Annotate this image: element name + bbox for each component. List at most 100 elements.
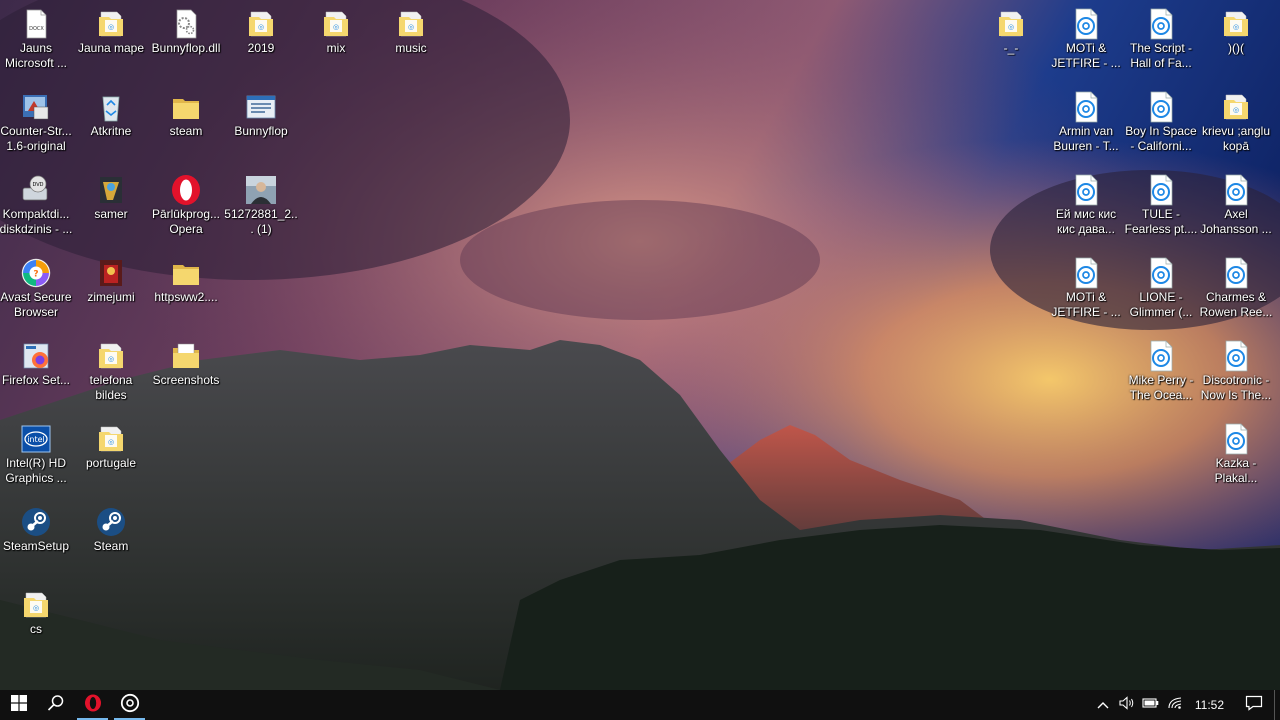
desktop-icon-label: The Script - Hall of Fa... [1129,41,1192,70]
desktop-icon-mike-perry[interactable]: Mike Perry - The Ocea... [1123,332,1199,412]
desktop-icon-label: Boy In Space - Californi... [1125,124,1197,153]
firefox-setup-icon [20,340,52,372]
desktop-icon-label: httpsww2.... [154,290,218,304]
desktop-icon-kompaktdisks[interactable]: DVD Kompaktdi... diskdzinis - ... [0,166,74,246]
show-desktop-button[interactable] [1274,690,1280,720]
intel-graphics-icon: intel [20,423,52,455]
game-icon [95,257,127,289]
photo-thumbnail-icon [245,174,277,206]
desktop-icon-label: samer [94,207,128,221]
desktop-icon-steamsetup[interactable]: SteamSetup [0,498,74,578]
desktop-icon-folder-mix[interactable]: ◎ mix [298,0,374,80]
battery-button[interactable] [1139,690,1163,720]
desktop-icon-armin[interactable]: Armin van Buuren - T... [1048,83,1124,163]
desktop-icon-folder-music[interactable]: ◎ music [373,0,449,80]
desktop-icon-kazka[interactable]: Kazka - Plakal... [1198,415,1274,495]
desktop-icon-zimejumi[interactable]: zimejumi [73,249,149,329]
audio-file-icon [1070,8,1102,40]
desktop-icon-charmes[interactable]: Charmes & Rowen Ree... [1198,249,1274,329]
desktop-icon-label: 51272881_2... (1) [224,207,298,236]
desktop-icon-jauna-mape[interactable]: ◎ Jauna mape [73,0,149,80]
desktop-icon-label: cs [30,622,42,636]
svg-text:◎: ◎ [1233,23,1239,31]
desktop-icon-moti-jetfire-1[interactable]: MOTi & JETFIRE - ... [1048,0,1124,80]
desktop-icon-label: Jauns Microsoft ... [4,41,67,70]
desktop-icon-steam[interactable]: Steam [73,498,149,578]
desktop-icon-atkritne[interactable]: Atkritne [73,83,149,163]
desktop-icon-krievu[interactable]: ◎ krievu ;anglu kopā [1198,83,1274,163]
desktop-icon-intel-hd[interactable]: intel Intel(R) HD Graphics ... [0,415,74,495]
folder-icon: ◎ [95,340,127,372]
desktop-icon-label: Bunnyflop [234,124,288,138]
opera-icon [84,694,102,717]
desktop-icon-portugale[interactable]: ◎ portugale [73,415,149,495]
desktop-icon-label: Avast Secure Browser [0,290,72,319]
taskbar-groove-button[interactable] [111,690,148,720]
folder-icon [170,91,202,123]
desktop-icon-photo-5127[interactable]: 51272881_2... (1) [223,166,299,246]
audio-file-icon [1070,91,1102,123]
desktop-icon-label: Charmes & Rowen Ree... [1199,290,1273,319]
desktop-icon-label: telefona bildes [89,373,133,402]
audio-file-icon [1145,340,1177,372]
avast-browser-icon: ? [20,257,52,289]
desktop-icon-folder-paren[interactable]: ◎)()( [1198,0,1274,80]
desktop-icon-avast[interactable]: ? Avast Secure Browser [0,249,74,329]
desktop-icon-label: Atkritne [90,124,132,138]
show-hidden-icons-button[interactable] [1091,690,1115,720]
svg-text:◎: ◎ [108,438,114,446]
action-center-button[interactable] [1234,690,1274,720]
folder-icon: ◎ [1220,8,1252,40]
desktop-icon-telefona-bildes[interactable]: ◎ telefona bildes [73,332,149,412]
desktop-icon-samer[interactable]: samer [73,166,149,246]
desktop-icon-bunnyflop-dll[interactable]: Bunnyflop.dll [148,0,224,80]
desktop-icon-boy-in-space[interactable]: Boy In Space - Californi... [1123,83,1199,163]
clock[interactable]: 11:52 [1187,698,1234,712]
volume-button[interactable] [1115,690,1139,720]
desktop-icon-label: Kazka - Plakal... [1214,456,1258,485]
desktop-icon-folder-dash[interactable]: ◎ -_- [973,0,1049,80]
svg-text:DVD: DVD [32,182,43,188]
desktop-icon-counter-strike[interactable]: Counter-Str... 1.6-original [0,83,74,163]
desktop-icon-label: Firefox Set... [1,373,71,387]
desktop-icon-httpsww2[interactable]: httpsww2.... [148,249,224,329]
folder-icon: ◎ [20,589,52,621]
desktop-icon-tule[interactable]: TULE - Fearless pt.... [1123,166,1199,246]
desktop-icon-axel[interactable]: Axel Johansson ... [1198,166,1274,246]
desktop-icon-ei-mis[interactable]: Ей мис кис кис дава... [1048,166,1124,246]
desktop-icon-label: zimejumi [87,290,135,304]
desktop-icon-moti-jetfire-2[interactable]: MOTi & JETFIRE - ... [1048,249,1124,329]
start-button[interactable] [0,690,37,720]
desktop-icon-opera[interactable]: Pārlūkprog... Opera [148,166,224,246]
word-document-icon: DOCX [20,8,52,40]
desktop-icon-label: Ей мис кис кис дава... [1055,207,1117,236]
desktop-icon-lione[interactable]: LIONE - Glimmer (... [1123,249,1199,329]
svg-text:◎: ◎ [108,23,114,31]
desktop-icon-firefox-setup[interactable]: Firefox Set... [0,332,74,412]
desktop-icon-the-script[interactable]: The Script - Hall of Fa... [1123,0,1199,80]
folder-icon [170,340,202,372]
folder-icon: ◎ [245,8,277,40]
desktop-icon-label: LIONE - Glimmer (... [1129,290,1193,319]
taskbar: 11:52 [0,690,1280,720]
desktop-icon-label: Intel(R) HD Graphics ... [5,456,67,485]
desktop-icon-folder-2019[interactable]: ◎ 2019 [223,0,299,80]
desktop-icon-bunnyflop[interactable]: Bunnyflop [223,83,299,163]
svg-text:?: ? [33,270,38,280]
audio-file-icon [1070,174,1102,206]
taskbar-opera-button[interactable] [74,690,111,720]
svg-text:◎: ◎ [33,604,39,612]
desktop-icon-label: mix [326,41,346,55]
desktop-icon-label: Discotronic - Now Is The... [1200,373,1272,402]
desktop-icon-folder-steam[interactable]: steam [148,83,224,163]
desktop-icon-label: MOTi & JETFIRE - ... [1051,41,1121,70]
desktop-icon-discotronic[interactable]: Discotronic - Now Is The... [1198,332,1274,412]
desktop-icon-label: Axel Johansson ... [1200,207,1272,236]
svg-text:◎: ◎ [333,23,339,31]
desktop-icon-screenshots[interactable]: Screenshots [148,332,224,412]
folder-icon: ◎ [995,8,1027,40]
desktop-icon-jauns-docx[interactable]: DOCX Jauns Microsoft ... [0,0,74,80]
search-button[interactable] [37,690,74,720]
desktop-icon-folder-cs[interactable]: ◎ cs [0,581,74,661]
network-button[interactable] [1163,690,1187,720]
